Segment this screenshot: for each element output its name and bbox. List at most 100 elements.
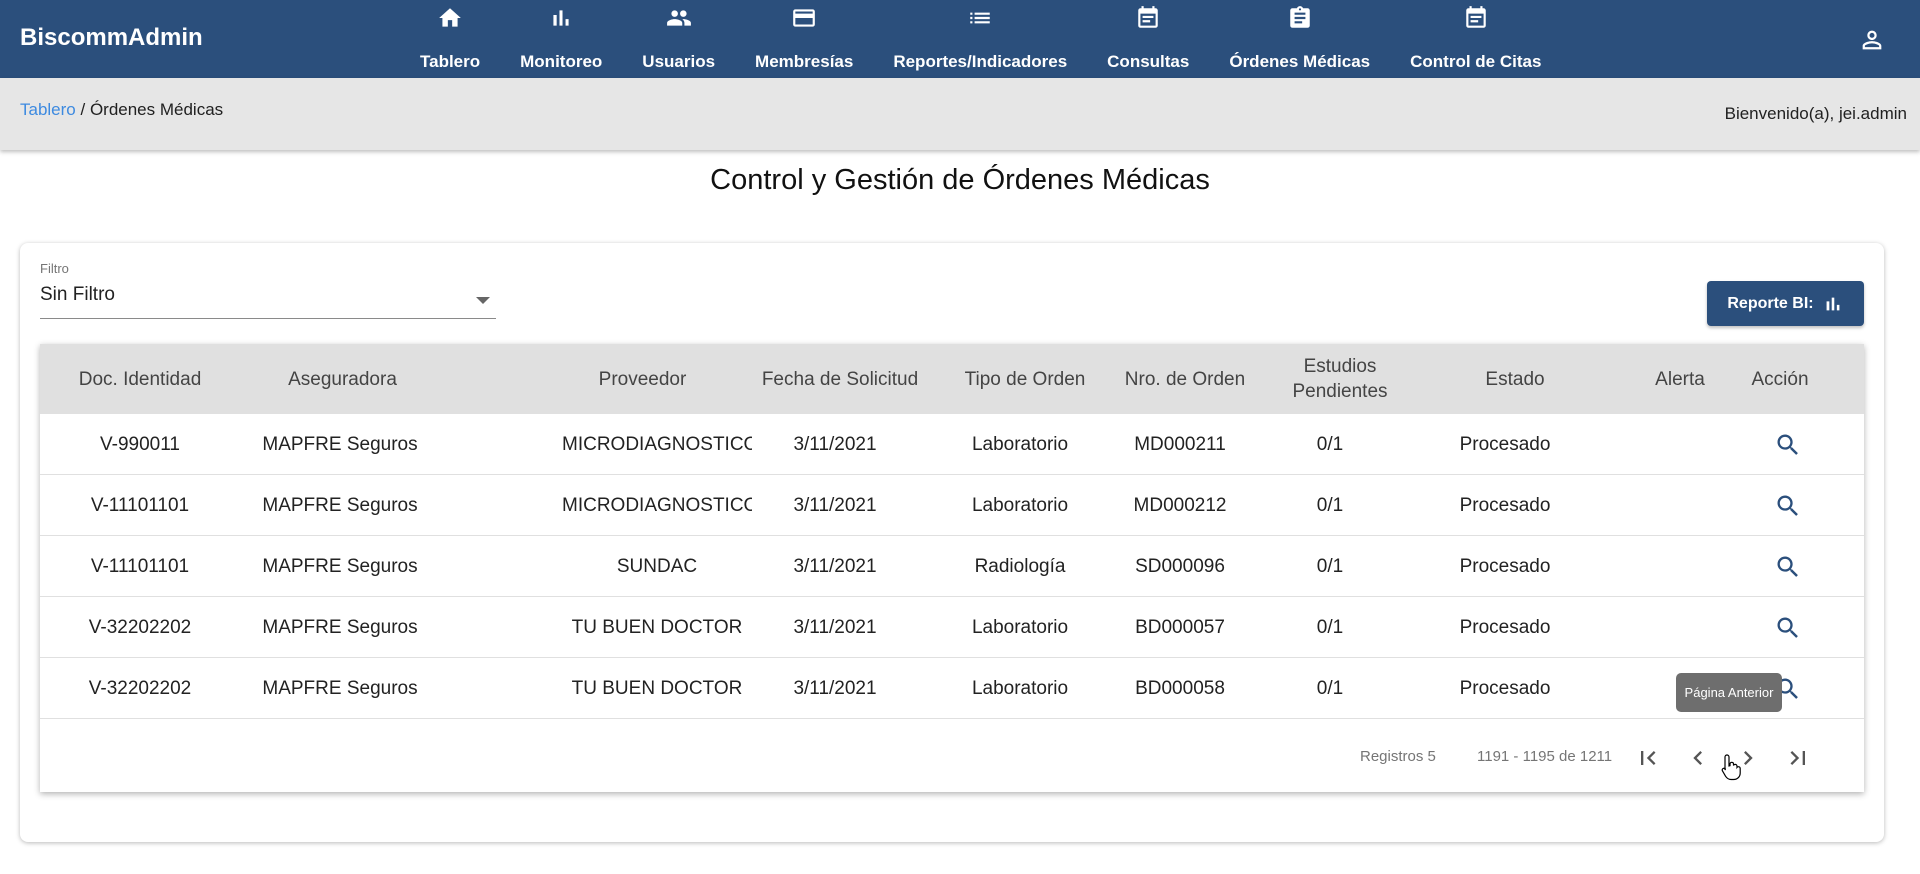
page-title: Control y Gestión de Órdenes Médicas xyxy=(710,164,1210,196)
assignment-icon xyxy=(1287,4,1313,32)
cell-order-number: BD000058 xyxy=(1135,677,1225,699)
search-icon[interactable] xyxy=(1774,492,1802,520)
cell-date: 3/11/2021 xyxy=(793,494,877,516)
cell-alert xyxy=(1630,475,1730,536)
nav-item-consultas[interactable]: Consultas xyxy=(1087,0,1209,78)
page-range: 1191 - 1195 de 1211 xyxy=(1477,748,1613,765)
cell-provider: MICRODIAGNOSTICO xyxy=(562,494,752,516)
cell-order-type: Laboratorio xyxy=(971,494,1069,516)
nav-label: Consultas xyxy=(1107,52,1190,71)
cell-alert xyxy=(1630,536,1730,597)
user-account-icon[interactable] xyxy=(1858,26,1886,54)
nav-item-membresias[interactable]: Membresías xyxy=(735,0,873,78)
cell-order-type: Laboratorio xyxy=(971,616,1069,638)
nav-label: Control de Citas xyxy=(1410,52,1542,71)
table-row: V-11101101 MAPFRE Seguros SUNDAC 3/11/20… xyxy=(40,536,1864,597)
cell-order-type: Laboratorio xyxy=(971,677,1069,699)
credit-card-icon xyxy=(791,4,817,32)
cell-pending: 0/1 xyxy=(1316,555,1344,577)
chevron-down-icon xyxy=(476,297,490,304)
chevron-left-icon xyxy=(1693,751,1702,765)
cell-insurer: MAPFRE Seguros xyxy=(262,616,418,638)
filter-select[interactable]: Filtro Sin Filtro xyxy=(40,261,496,319)
nav-label: Reportes/Indicadores xyxy=(893,52,1068,71)
orders-table: Doc. Identidad Aseguradora Proveedor Fec… xyxy=(40,344,1864,792)
cell-order-number: MD000211 xyxy=(1134,433,1226,455)
cell-doc: V-11101101 xyxy=(90,555,190,577)
cell-insurer: MAPFRE Seguros xyxy=(262,433,418,455)
cell-pending: 0/1 xyxy=(1316,616,1344,638)
event-note-icon xyxy=(1135,4,1161,32)
hand-cursor-icon xyxy=(1721,754,1741,781)
table-row: V-32202202 MAPFRE Seguros TU BUEN DOCTOR… xyxy=(40,658,1864,719)
nav-item-usuarios[interactable]: Usuarios xyxy=(622,0,735,78)
bar-chart-icon xyxy=(548,4,574,32)
cell-provider: TU BUEN DOCTOR xyxy=(571,616,743,638)
search-icon[interactable] xyxy=(1774,553,1802,581)
column-header: Alerta xyxy=(1655,368,1705,390)
table-row: V-990011 MAPFRE Seguros MICRODIAGNOSTICO… xyxy=(40,414,1864,475)
cell-status: Procesado xyxy=(1459,677,1551,699)
app-brand[interactable]: BiscommAdmin xyxy=(20,24,203,52)
cell-status: Procesado xyxy=(1459,616,1551,638)
breadcrumb-bar: Tablero / Órdenes Médicas Bienvenido(a),… xyxy=(0,78,1920,150)
welcome-text: Bienvenido(a), jei.admin xyxy=(1724,104,1907,123)
event-note-icon xyxy=(1463,4,1489,32)
search-icon[interactable] xyxy=(1774,614,1802,642)
nav-item-ordenes-medicas[interactable]: Órdenes Médicas xyxy=(1209,0,1390,78)
list-icon xyxy=(967,4,993,32)
cell-provider: TU BUEN DOCTOR xyxy=(571,677,743,699)
breadcrumb: Tablero / Órdenes Médicas xyxy=(20,100,223,120)
bar-chart-icon xyxy=(1826,297,1840,310)
breadcrumb-current: Órdenes Médicas xyxy=(89,100,224,119)
report-bi-button[interactable]: Reporte BI: xyxy=(1707,281,1864,326)
cell-order-number: SD000096 xyxy=(1135,555,1225,577)
column-header[interactable]: Estudios Pendientes xyxy=(1280,344,1400,414)
filter-value: Sin Filtro xyxy=(40,284,115,305)
column-header[interactable]: Estado xyxy=(1440,344,1590,414)
cell-insurer: MAPFRE Seguros xyxy=(262,555,418,577)
column-header[interactable]: Nro. de Orden xyxy=(1105,344,1265,414)
breadcrumb-separator: / xyxy=(75,100,90,119)
column-header[interactable]: Tipo de Orden xyxy=(940,344,1110,414)
nav-item-control-citas[interactable]: Control de Citas xyxy=(1390,0,1561,78)
cell-provider: SUNDAC xyxy=(616,555,698,577)
nav-item-tablero[interactable]: Tablero xyxy=(400,0,500,78)
cell-action xyxy=(1768,536,1808,597)
cell-status: Procesado xyxy=(1459,433,1551,455)
orders-card: Filtro Sin Filtro Reporte BI: Doc. Ident… xyxy=(20,243,1884,842)
nav-label: Órdenes Médicas xyxy=(1229,52,1371,71)
cell-insurer: MAPFRE Seguros xyxy=(262,677,418,699)
column-header[interactable]: Doc. Identidad xyxy=(40,344,240,414)
nav-item-reportes[interactable]: Reportes/Indicadores xyxy=(873,0,1087,78)
column-header[interactable]: Proveedor xyxy=(560,344,725,414)
home-icon xyxy=(437,4,463,32)
nav-label: Usuarios xyxy=(642,52,716,71)
first-page-button[interactable] xyxy=(1630,740,1666,776)
cell-status: Procesado xyxy=(1459,555,1551,577)
cell-status: Procesado xyxy=(1459,494,1551,516)
cell-order-type: Radiología xyxy=(974,555,1066,577)
previous-page-tooltip: Página Anterior xyxy=(1676,673,1782,712)
nav-label: Tablero xyxy=(420,52,481,71)
cell-pending: 0/1 xyxy=(1316,494,1344,516)
last-page-button[interactable] xyxy=(1780,740,1816,776)
cell-doc: V-990011 xyxy=(100,433,180,455)
cell-insurer: MAPFRE Seguros xyxy=(262,494,418,516)
top-navbar: BiscommAdmin Tablero Monitoreo Usuarios … xyxy=(0,0,1920,78)
nav-item-monitoreo[interactable]: Monitoreo xyxy=(500,0,622,78)
table-paginator: Registros 5 1191 - 1195 de 1211 xyxy=(40,720,1864,792)
search-icon[interactable] xyxy=(1774,431,1802,459)
table-row: V-32202202 MAPFRE Seguros TU BUEN DOCTOR… xyxy=(40,597,1864,658)
column-header[interactable]: Aseguradora xyxy=(240,344,445,414)
cell-doc: V-32202202 xyxy=(88,677,192,699)
cell-doc: V-11101101 xyxy=(90,494,190,516)
cell-pending: 0/1 xyxy=(1316,433,1344,455)
previous-page-button[interactable] xyxy=(1680,740,1716,776)
breadcrumb-link-tablero[interactable]: Tablero xyxy=(20,100,76,119)
nav-label: Monitoreo xyxy=(520,52,603,71)
cell-action xyxy=(1768,597,1808,658)
column-header[interactable]: Fecha de Solicitud xyxy=(755,344,925,414)
cell-date: 3/11/2021 xyxy=(793,555,877,577)
filter-label: Filtro xyxy=(40,261,69,276)
